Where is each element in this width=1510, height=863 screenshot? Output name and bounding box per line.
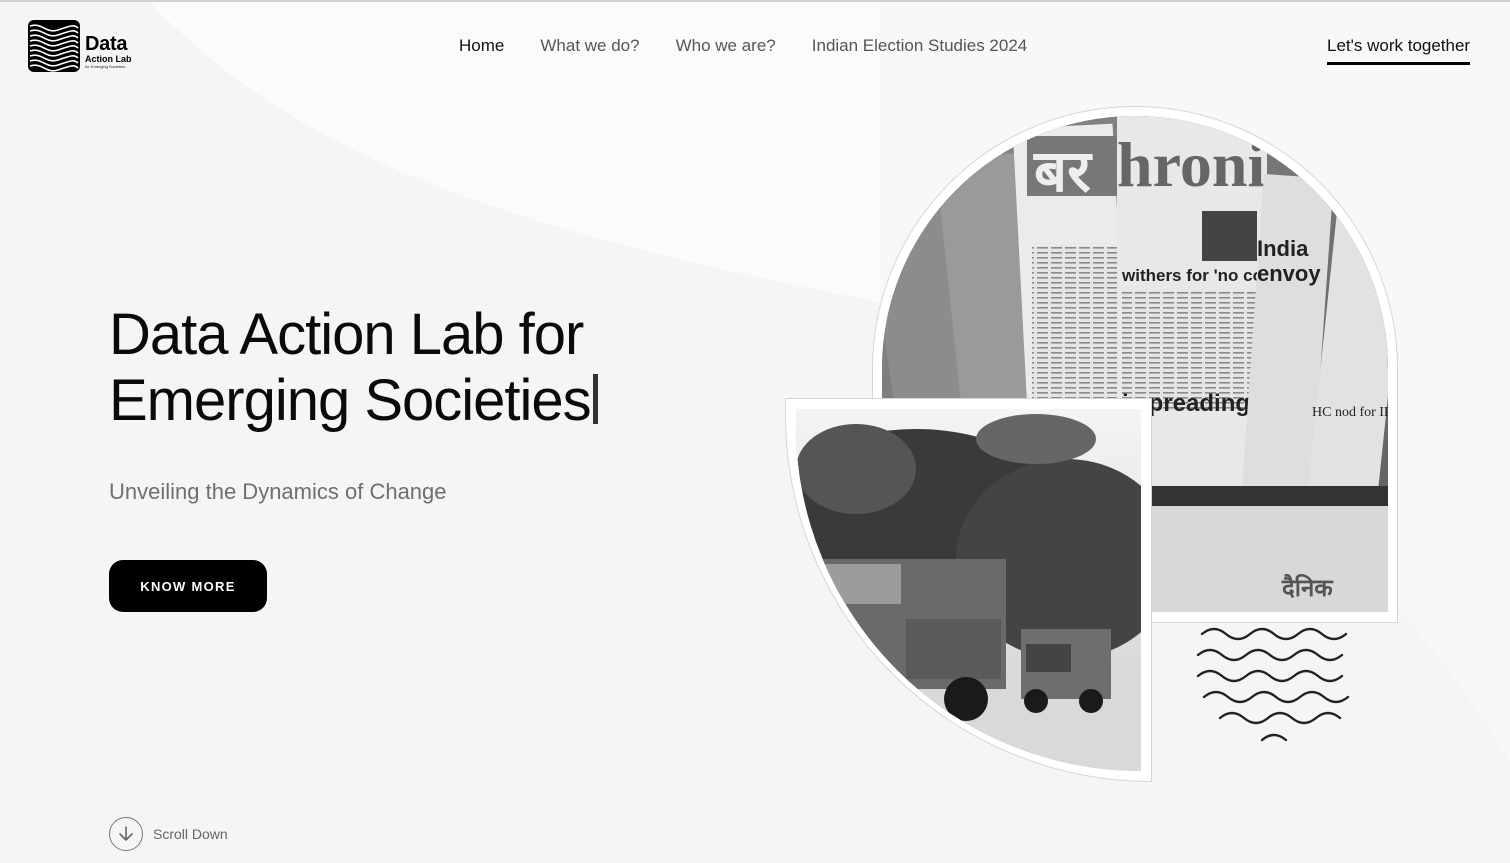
nav-item-indian-election-studies[interactable]: Indian Election Studies 2024	[812, 36, 1028, 56]
svg-text:India: India	[1257, 236, 1309, 261]
main-nav: Home What we do? Who we are? Indian Elec…	[459, 36, 1027, 56]
svg-text:दैनिक: दैनिक	[1281, 574, 1334, 602]
hero-subtitle: Unveiling the Dynamics of Change	[109, 479, 447, 504]
wavy-lines-logo-icon	[28, 20, 80, 72]
nav-item-who-we-are[interactable]: Who we are?	[676, 36, 776, 56]
arrow-down-icon	[119, 826, 133, 841]
trucks-image-frame	[785, 398, 1152, 782]
svg-text:hroni: hroni	[1117, 129, 1265, 200]
hero-title-line-1: Data Action Lab for	[109, 302, 584, 367]
svg-text:बर: बर	[1033, 139, 1093, 204]
brand-subtitle: Action Lab	[85, 53, 132, 64]
typing-cursor	[592, 374, 598, 424]
svg-text:envoy: envoy	[1257, 261, 1321, 286]
scroll-circle	[109, 817, 143, 851]
svg-text:HC nod for IPL: HC nod for IPL	[1312, 405, 1388, 420]
nav-item-home[interactable]: Home	[459, 36, 504, 56]
site-header: Data Action Lab for Emerging Societies H…	[0, 2, 1510, 92]
brand-logo[interactable]: Data Action Lab for Emerging Societies	[28, 20, 132, 72]
trucks-illustration	[796, 409, 1141, 771]
work-together-link[interactable]: Let's work together	[1327, 36, 1471, 65]
know-more-button[interactable]: KNOW MORE	[109, 560, 267, 612]
hero-section: Data Action Lab for Emerging Societies	[109, 302, 669, 434]
brand-tagline: for Emerging Societies	[85, 63, 126, 69]
hero-title: Data Action Lab for Emerging Societies	[109, 302, 669, 434]
brand-title: Data	[85, 32, 128, 55]
decorative-waves-icon	[1196, 627, 1350, 742]
nav-item-what-we-do[interactable]: What we do?	[540, 36, 639, 56]
scroll-down-link[interactable]: Scroll Down	[109, 817, 228, 851]
hero-title-line-2: Emerging Societies	[109, 368, 592, 433]
trucks-image	[796, 409, 1141, 771]
scroll-down-label: Scroll Down	[153, 826, 228, 842]
